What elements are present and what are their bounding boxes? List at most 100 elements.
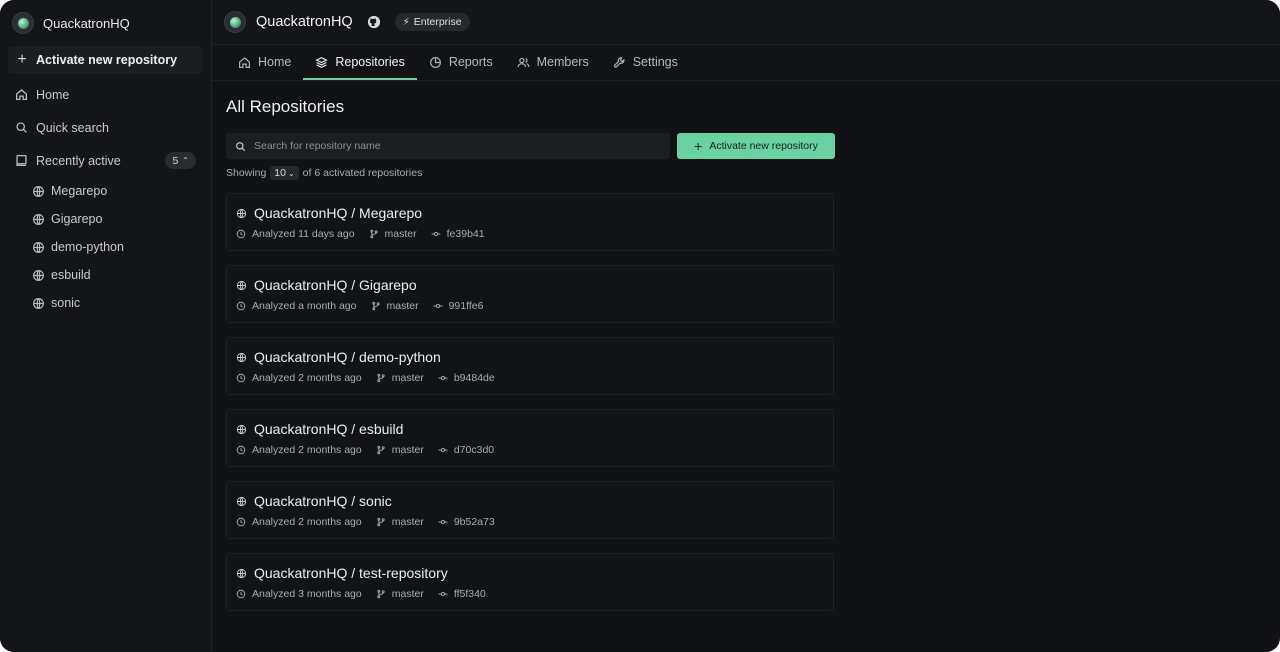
repo-card[interactable]: QuackatronHQ / esbuild Analyzed 2 months… (226, 409, 834, 467)
wrench-icon (613, 56, 625, 68)
activate-repo-button[interactable]: + Activate new repository (677, 133, 835, 159)
sidebar-recently-active[interactable]: Recently active 5 ⌃ (0, 144, 211, 177)
book-icon (16, 154, 27, 167)
branch-icon (369, 229, 378, 238)
repo-commit: fe39b41 (446, 227, 485, 240)
lightning-icon: ⚡︎ (402, 16, 410, 28)
sidebar-item-gigarepo[interactable]: Gigarepo (0, 205, 211, 233)
sidebar-item-esbuild[interactable]: esbuild (0, 261, 211, 289)
repo-name[interactable]: QuackatronHQ / test-repository (254, 565, 448, 581)
chevron-down-icon: ⌄ (287, 168, 295, 178)
tab-members[interactable]: Members (505, 44, 601, 80)
top-bar: QuackatronHQ ⚡︎ Enterprise (212, 0, 1280, 45)
header-title: QuackatronHQ (256, 14, 353, 30)
search-icon (16, 122, 27, 133)
sidebar-item-megarepo[interactable]: Megarepo (0, 177, 211, 205)
tab-settings[interactable]: Settings (601, 44, 690, 80)
showing-suffix: of 6 activated repositories (302, 167, 423, 179)
repo-name[interactable]: QuackatronHQ / sonic (254, 493, 392, 509)
layers-icon (315, 56, 329, 68)
sidebar-item-label: Quick search (36, 120, 109, 135)
repo-card[interactable]: QuackatronHQ / Megarepo Analyzed 11 days… (226, 193, 834, 251)
repo-card[interactable]: QuackatronHQ / test-repository Analyzed … (226, 553, 834, 611)
repo-search-box[interactable] (226, 133, 670, 159)
repo-analyzed: Analyzed 11 days ago (252, 227, 355, 240)
tab-label: Members (536, 55, 589, 69)
users-icon (517, 57, 529, 67)
recent-items-list: Megarepo Gigarepo demo-python esbuild so… (0, 177, 211, 317)
repo-commit: 9b52a73 (453, 515, 495, 528)
recent-item-label: Megarepo (51, 184, 108, 198)
sidebar-item-label: Recently active (36, 153, 121, 168)
branch-icon (377, 373, 385, 382)
tab-label: Reports (448, 55, 493, 69)
page-size-select[interactable]: 10 ⌄ (270, 166, 299, 180)
clock-icon (236, 373, 246, 382)
repo-branch: master (384, 227, 417, 240)
repo-analyzed: Analyzed 2 months ago (252, 515, 362, 528)
tab-home[interactable]: Home (226, 44, 303, 80)
app-window: QuackatronHQ + Activate new repository H… (0, 0, 1280, 652)
sidebar-item-quick-search[interactable]: Quick search (0, 111, 211, 144)
branch-icon (377, 445, 385, 454)
activate-repo-label: Activate new repository (709, 140, 818, 152)
commit-icon (433, 303, 442, 308)
globe-icon (236, 424, 247, 434)
recent-item-label: demo-python (51, 240, 124, 254)
commit-icon (438, 447, 448, 452)
tab-repositories[interactable]: Repositories (303, 44, 418, 80)
repo-search-input[interactable] (254, 140, 654, 152)
sidebar-activate-repo-button[interactable]: + Activate new repository (8, 46, 203, 74)
repo-commit: b9484de (453, 371, 495, 384)
sidebar-item-demo-python[interactable]: demo-python (0, 233, 211, 261)
globe-icon (236, 352, 247, 362)
pie-chart-icon (429, 56, 441, 68)
repo-card[interactable]: QuackatronHQ / sonic Analyzed 2 months a… (226, 481, 834, 539)
search-row: + Activate new repository (226, 133, 1280, 159)
plan-badge-label: Enterprise (413, 16, 462, 28)
repositories-page: All Repositories + Activate new reposito… (212, 81, 1280, 611)
tab-label: Settings (632, 55, 678, 69)
tab-label: Home (258, 55, 292, 69)
sidebar-item-home[interactable]: Home (0, 78, 211, 111)
github-icon[interactable] (367, 15, 381, 29)
sidebar: QuackatronHQ + Activate new repository H… (0, 0, 212, 652)
commit-icon (438, 591, 448, 596)
globe-icon (33, 241, 44, 253)
repo-name[interactable]: QuackatronHQ / Megarepo (254, 205, 422, 221)
clock-icon (236, 589, 246, 598)
globe-icon (33, 297, 44, 309)
repo-branch: master (391, 443, 424, 456)
page-title: All Repositories (226, 97, 345, 116)
commit-icon (438, 519, 448, 524)
page-size-value: 10 (274, 167, 286, 179)
showing-prefix: Showing (226, 167, 267, 179)
repo-card[interactable]: QuackatronHQ / demo-python Analyzed 2 mo… (226, 337, 834, 395)
tab-reports[interactable]: Reports (417, 44, 505, 80)
sidebar-activate-label: Activate new repository (36, 53, 178, 67)
repo-card[interactable]: QuackatronHQ / Gigarepo Analyzed a month… (226, 265, 834, 323)
commit-icon (438, 375, 448, 380)
recent-item-label: Gigarepo (51, 212, 103, 226)
clock-icon (236, 517, 246, 526)
sidebar-item-label: Home (36, 87, 70, 102)
sidebar-item-sonic[interactable]: sonic (0, 289, 211, 317)
recent-count-badge[interactable]: 5 ⌃ (165, 152, 196, 169)
main-area: QuackatronHQ ⚡︎ Enterprise Home Reposito… (212, 0, 1280, 652)
repo-name[interactable]: QuackatronHQ / esbuild (254, 421, 403, 437)
org-switcher[interactable]: QuackatronHQ (0, 0, 211, 46)
repo-branch: master (391, 587, 424, 600)
repo-name[interactable]: QuackatronHQ / Gigarepo (254, 277, 417, 293)
chevron-up-icon: ⌃ (182, 156, 189, 165)
plan-badge: ⚡︎ Enterprise (394, 13, 470, 31)
home-icon (239, 56, 250, 68)
globe-icon (236, 496, 247, 506)
commit-icon (431, 231, 441, 236)
globe-icon (33, 269, 44, 281)
branch-icon (377, 589, 385, 598)
org-name: QuackatronHQ (43, 15, 130, 31)
clock-icon (236, 301, 246, 310)
repo-name[interactable]: QuackatronHQ / demo-python (254, 349, 441, 365)
tab-label: Repositories (335, 55, 405, 69)
org-avatar (224, 11, 246, 33)
